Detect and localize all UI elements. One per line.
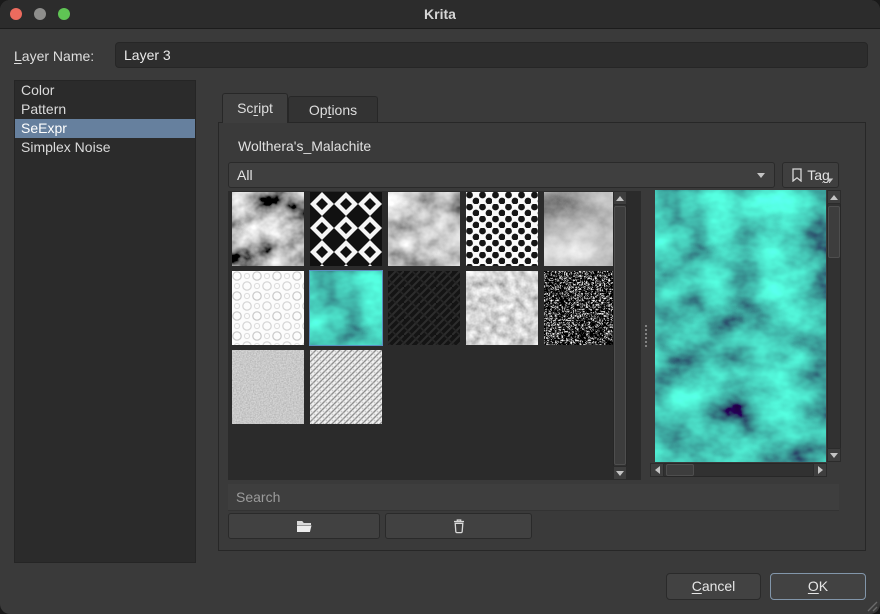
current-pattern-name: Wolthera's_Malachite (238, 138, 371, 154)
pattern-thumbnail-gray-marble[interactable] (388, 192, 460, 266)
pattern-thumbnail-dark-marble[interactable] (232, 192, 304, 266)
cancel-button[interactable]: Cancel (666, 573, 761, 600)
scrollbar-thumb[interactable] (828, 206, 840, 258)
pattern-grid (228, 191, 641, 480)
trash-icon (452, 518, 466, 534)
tab-options[interactable]: Options (288, 96, 378, 123)
arrow-left-icon (655, 466, 660, 474)
tag-filter-dropdown[interactable]: All (228, 162, 775, 188)
arrow-down-icon (616, 471, 624, 476)
scroll-down-button[interactable] (827, 448, 841, 462)
pattern-thumbnail-halftone-dots[interactable] (466, 192, 538, 266)
resize-grip[interactable] (866, 600, 878, 612)
list-item-color[interactable]: Color (15, 81, 195, 100)
generator-type-list: ColorPatternSeExprSimplex Noise (14, 80, 196, 563)
scroll-up-button[interactable] (827, 190, 841, 204)
tag-button[interactable]: Tag (782, 162, 839, 188)
pattern-thumbnail-bw-triangles[interactable] (310, 192, 382, 266)
scrollbar-thumb[interactable] (614, 206, 626, 465)
pattern-preview-image (655, 190, 826, 462)
layer-name-label: Layer Name: (14, 48, 94, 64)
arrow-up-icon (830, 195, 838, 200)
chevron-down-icon (827, 179, 833, 183)
pattern-thumbnail-dark-speckle[interactable] (544, 271, 616, 345)
scroll-down-button[interactable] (613, 466, 627, 480)
arrow-right-icon (818, 466, 823, 474)
pattern-thumbnail-black-maze[interactable] (388, 271, 460, 345)
preview-horizontal-scrollbar[interactable] (650, 463, 827, 477)
arrow-up-icon (616, 196, 624, 201)
delete-resource-button[interactable] (385, 513, 532, 539)
chevron-down-icon (757, 173, 765, 178)
preview-vertical-scrollbar[interactable] (827, 190, 841, 462)
scroll-left-button[interactable] (650, 463, 664, 477)
pattern-thumbnail-green-malachite[interactable] (310, 271, 382, 345)
search-input[interactable] (228, 484, 839, 511)
scrollbar-thumb[interactable] (666, 464, 694, 476)
ok-button[interactable]: OK (770, 573, 866, 600)
pattern-grid-vertical-scrollbar[interactable] (613, 191, 627, 480)
arrow-down-icon (830, 453, 838, 458)
pattern-thumbnail-gray-canvas[interactable] (232, 350, 304, 424)
titlebar: Krita (0, 0, 880, 29)
krita-dialog-window: Krita Layer Name: ColorPatternSeExprSimp… (0, 0, 880, 614)
pattern-thumbnail-white-rings[interactable] (232, 271, 304, 345)
pattern-thumbnail-light-rough[interactable] (466, 271, 538, 345)
open-folder-icon (296, 519, 313, 534)
scroll-right-button[interactable] (813, 463, 827, 477)
layer-name-input[interactable] (115, 42, 868, 68)
import-resource-button[interactable] (228, 513, 380, 539)
window-title: Krita (0, 0, 880, 28)
tab-script[interactable]: Script (222, 93, 288, 123)
pattern-thumbnail-light-crosshatch[interactable] (310, 350, 382, 424)
list-item-seexpr[interactable]: SeExpr (15, 119, 195, 138)
splitter-handle[interactable] (642, 191, 650, 480)
bookmark-icon (791, 168, 803, 182)
list-item-simplex-noise[interactable]: Simplex Noise (15, 138, 195, 157)
pattern-thumbnail-gray-smoke[interactable] (544, 192, 616, 266)
list-item-pattern[interactable]: Pattern (15, 100, 195, 119)
scroll-up-button[interactable] (613, 191, 627, 205)
